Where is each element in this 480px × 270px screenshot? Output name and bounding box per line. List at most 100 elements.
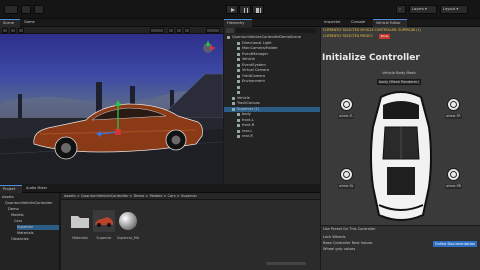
tab-console[interactable]: Console bbox=[348, 19, 372, 27]
hierarchy-item[interactable]: rear-L bbox=[224, 129, 320, 134]
tab-game-label: Game bbox=[24, 20, 35, 24]
folder-tree-item[interactable]: Cars bbox=[14, 219, 59, 224]
project-folder-tree: Assets QuantumVehicleController Demo Models… bbox=[0, 193, 60, 270]
collab-button[interactable] bbox=[34, 5, 44, 14]
hierarchy-item[interactable]: Vehicle bbox=[224, 57, 320, 62]
hierarchy-item[interactable]: Directional Light bbox=[224, 41, 320, 46]
pause-button[interactable] bbox=[239, 5, 251, 14]
tab-hierarchy[interactable]: Hierarchy bbox=[224, 19, 252, 27]
search-button[interactable]: ⌕ bbox=[396, 5, 406, 14]
hand-tool-icon[interactable] bbox=[2, 28, 8, 33]
lighting-toggle[interactable] bbox=[176, 28, 182, 33]
online-documentation-button[interactable]: Online Documentation bbox=[433, 241, 477, 247]
tab-audio-mixer[interactable]: Audio Mixer bbox=[23, 185, 51, 193]
tab-project[interactable]: Project bbox=[0, 185, 22, 193]
hierarchy-item[interactable]: Vehicle bbox=[224, 96, 320, 101]
gameobject-icon bbox=[232, 96, 235, 100]
rest-values-row[interactable]: Base Controller Rest Values bbox=[323, 241, 413, 246]
folder-tree-item[interactable]: Obstacles bbox=[11, 237, 59, 242]
layers-dropdown[interactable]: Layers ▾ bbox=[409, 5, 437, 14]
wheel-fl-label: wheel-FL bbox=[339, 114, 354, 118]
hierarchy-item[interactable]: EventManager bbox=[224, 52, 320, 57]
gameobject-icon bbox=[227, 36, 230, 39]
account-dropdown[interactable] bbox=[4, 5, 18, 14]
gameobject-icon bbox=[237, 58, 240, 61]
tab-console-label: Console bbox=[351, 20, 366, 24]
asset-item-material[interactable]: Supercar_Mat bbox=[117, 210, 139, 241]
layout-dropdown[interactable]: Layout ▾ bbox=[440, 5, 468, 14]
hierarchy-item-label: EventManager bbox=[242, 51, 269, 56]
audio-toggle[interactable] bbox=[184, 28, 190, 33]
hierarchy-item-label: EventSystem bbox=[242, 62, 266, 67]
tab-vehicle-editor-label: Vehicle Editor bbox=[376, 21, 401, 25]
cloud-button[interactable] bbox=[21, 5, 31, 14]
hierarchy-tab-bar: Hierarchy bbox=[224, 19, 320, 27]
hierarchy-item[interactable]: TrackCanvas bbox=[224, 101, 320, 106]
create-button[interactable] bbox=[226, 28, 234, 33]
hierarchy-item[interactable]: QuantumVehicleControllerDemoScene bbox=[224, 35, 320, 40]
hierarchy-item[interactable]: EventSystem bbox=[224, 63, 320, 68]
lock-wheels-row[interactable]: Lock Wheels bbox=[323, 235, 413, 240]
wheel-fr-icon bbox=[447, 98, 460, 111]
hierarchy-item[interactable] bbox=[224, 90, 320, 95]
gizmo-center[interactable] bbox=[115, 129, 121, 135]
folder-tree-item[interactable]: QuantumVehicleController bbox=[5, 201, 59, 206]
folder-tree-item[interactable]: Materials bbox=[17, 231, 59, 236]
wheel-fr-field[interactable]: wheel-FR bbox=[445, 114, 462, 119]
use-preset-row[interactable]: Use Preset for This Controller bbox=[323, 227, 413, 232]
scene-render bbox=[0, 40, 223, 184]
gameobject-icon bbox=[237, 74, 240, 78]
hierarchy-item[interactable]: body bbox=[224, 112, 320, 117]
breadcrumb[interactable]: Assets > QuantumVehicleController > Demo… bbox=[61, 193, 320, 200]
material-sphere-icon bbox=[119, 212, 137, 230]
tab-scene[interactable]: Scene bbox=[0, 19, 20, 27]
hierarchy-item[interactable]: Environment bbox=[224, 79, 320, 84]
hierarchy-item-label: Vehicle bbox=[242, 57, 255, 61]
hierarchy-item-label: Virtual Camera bbox=[242, 68, 269, 72]
layers-label: Layers bbox=[412, 7, 424, 11]
wheel-rr-field[interactable]: wheel-RR bbox=[445, 184, 463, 189]
folder-tree-item[interactable]: Assets bbox=[2, 195, 58, 200]
scene-viewport[interactable] bbox=[0, 34, 223, 184]
asset-item-supercar[interactable]: Supercar bbox=[93, 210, 115, 241]
gizmos-dropdown[interactable] bbox=[206, 28, 220, 33]
gameobject-icon bbox=[237, 129, 240, 133]
wheel-rl-field[interactable]: wheel-RL bbox=[338, 184, 355, 189]
hierarchy-item-label: Vehicle bbox=[237, 95, 250, 100]
wheel-fr-label: wheel-FR bbox=[446, 114, 461, 118]
play-button[interactable] bbox=[226, 5, 238, 14]
hierarchy-item[interactable]: MainCamera/Holder bbox=[224, 46, 320, 51]
orientation-gizmo[interactable] bbox=[203, 40, 216, 53]
gameobject-icon bbox=[237, 52, 240, 56]
hierarchy-item[interactable]: OrbitCamera bbox=[224, 74, 320, 79]
hierarchy-search-input[interactable] bbox=[236, 28, 316, 33]
tab-inspector[interactable]: Inspector bbox=[321, 19, 347, 27]
gameobject-icon bbox=[237, 91, 240, 94]
body-mesh-value: body (Mesh Renderer) bbox=[379, 80, 419, 84]
step-button[interactable] bbox=[252, 5, 264, 14]
shading-mode-dropdown[interactable] bbox=[150, 28, 164, 33]
hierarchy-item-label: Environment bbox=[242, 79, 265, 83]
folder-tree-item[interactable]: Models bbox=[11, 213, 59, 218]
folder-tree-item[interactable]: Demo bbox=[8, 207, 59, 212]
tab-game[interactable]: Game bbox=[21, 19, 41, 27]
grip-values-row[interactable]: Wheel grip values bbox=[323, 247, 413, 252]
hierarchy-item[interactable]: rear-R bbox=[224, 134, 320, 139]
body-mesh-field[interactable]: body (Mesh Renderer) bbox=[377, 79, 421, 85]
asset-label: Materials bbox=[72, 236, 88, 240]
tab-scene-label: Scene bbox=[3, 21, 14, 25]
wheel-fl-field[interactable]: wheel-FL bbox=[338, 114, 355, 119]
tab-vehicle-editor[interactable]: Vehicle Editor bbox=[373, 19, 407, 27]
hierarchy-item[interactable]: Virtual Camera bbox=[224, 68, 320, 73]
hierarchy-item[interactable]: Supercar (1) bbox=[224, 106, 320, 112]
hierarchy-item[interactable]: front-L bbox=[224, 118, 320, 123]
asset-item-materials[interactable]: Materials bbox=[69, 210, 91, 241]
thumbnail-size-slider[interactable] bbox=[266, 262, 306, 265]
move-tool-icon[interactable] bbox=[10, 28, 16, 33]
hierarchy-item[interactable] bbox=[224, 85, 320, 90]
hierarchy-item[interactable]: front-R bbox=[224, 123, 320, 128]
2d-toggle[interactable] bbox=[168, 28, 174, 33]
folder-tree-item[interactable]: Supercar bbox=[17, 225, 59, 230]
pause-icon bbox=[243, 7, 248, 13]
rotate-tool-icon[interactable] bbox=[18, 28, 24, 33]
